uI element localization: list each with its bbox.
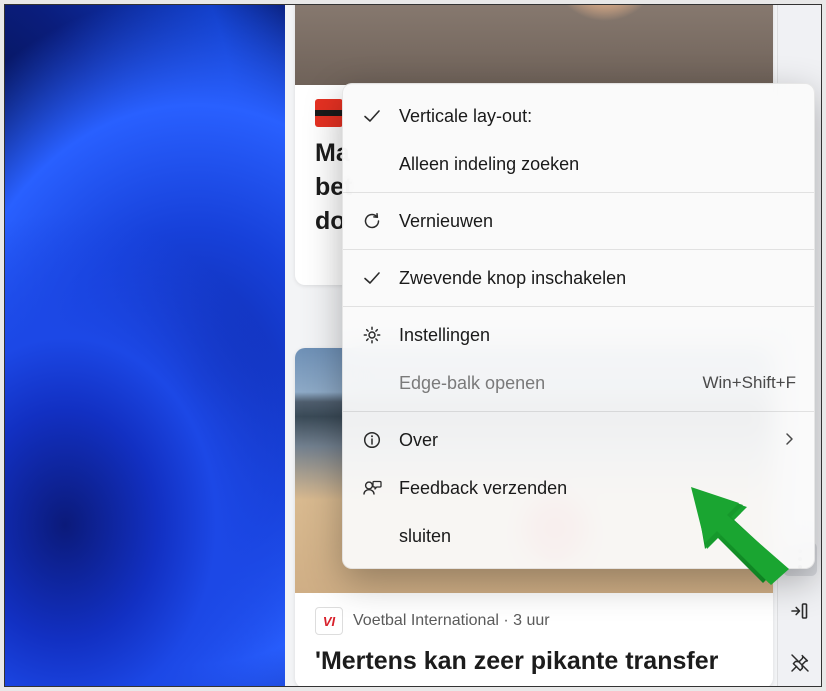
source-badge-icon: VI — [315, 607, 343, 635]
menu-separator — [343, 411, 814, 412]
unpin-icon — [789, 652, 811, 674]
gear-icon — [359, 322, 385, 348]
menu-item-label: Zwevende knop inschakelen — [399, 268, 796, 289]
source-badge-icon — [315, 99, 343, 127]
menu-item-label: Vernieuwen — [399, 211, 796, 232]
desktop-wallpaper — [5, 5, 285, 686]
unpin-sidebar-button[interactable] — [783, 646, 817, 680]
menu-item-search-layout-only[interactable]: Alleen indeling zoeken — [343, 140, 814, 188]
feedback-icon — [359, 475, 385, 501]
menu-item-label: sluiten — [399, 526, 796, 547]
chevron-right-icon — [782, 430, 796, 451]
check-icon — [359, 103, 385, 129]
context-menu: Verticale lay-out: Alleen indeling zoeke… — [342, 83, 815, 569]
collapse-icon — [789, 600, 811, 622]
menu-item-open-edge-bar: Edge-balk openen Win+Shift+F — [343, 359, 814, 407]
menu-item-label: Edge-balk openen — [399, 373, 702, 394]
news-card-headline: 'Mertens kan zeer pikante transfer — [315, 645, 753, 678]
news-card-source: Voetbal International · 3 uur — [353, 612, 550, 630]
refresh-icon — [359, 208, 385, 234]
news-card-image — [295, 5, 773, 85]
menu-item-close[interactable]: sluiten — [343, 512, 814, 560]
menu-separator — [343, 306, 814, 307]
menu-separator — [343, 249, 814, 250]
menu-item-refresh[interactable]: Vernieuwen — [343, 197, 814, 245]
menu-item-label: Feedback verzenden — [399, 478, 796, 499]
menu-item-shortcut: Win+Shift+F — [702, 373, 796, 393]
menu-item-about[interactable]: Over — [343, 416, 814, 464]
menu-item-label: Alleen indeling zoeken — [399, 154, 796, 175]
menu-item-vertical-layout[interactable]: Verticale lay-out: — [343, 92, 814, 140]
menu-item-settings[interactable]: Instellingen — [343, 311, 814, 359]
info-icon — [359, 427, 385, 453]
check-icon — [359, 265, 385, 291]
menu-item-send-feedback[interactable]: Feedback verzenden — [343, 464, 814, 512]
menu-item-label: Over — [399, 430, 782, 451]
menu-item-floating-button[interactable]: Zwevende knop inschakelen — [343, 254, 814, 302]
menu-separator — [343, 192, 814, 193]
menu-item-label: Instellingen — [399, 325, 796, 346]
collapse-sidebar-button[interactable] — [783, 594, 817, 628]
menu-item-label: Verticale lay-out: — [399, 106, 796, 127]
